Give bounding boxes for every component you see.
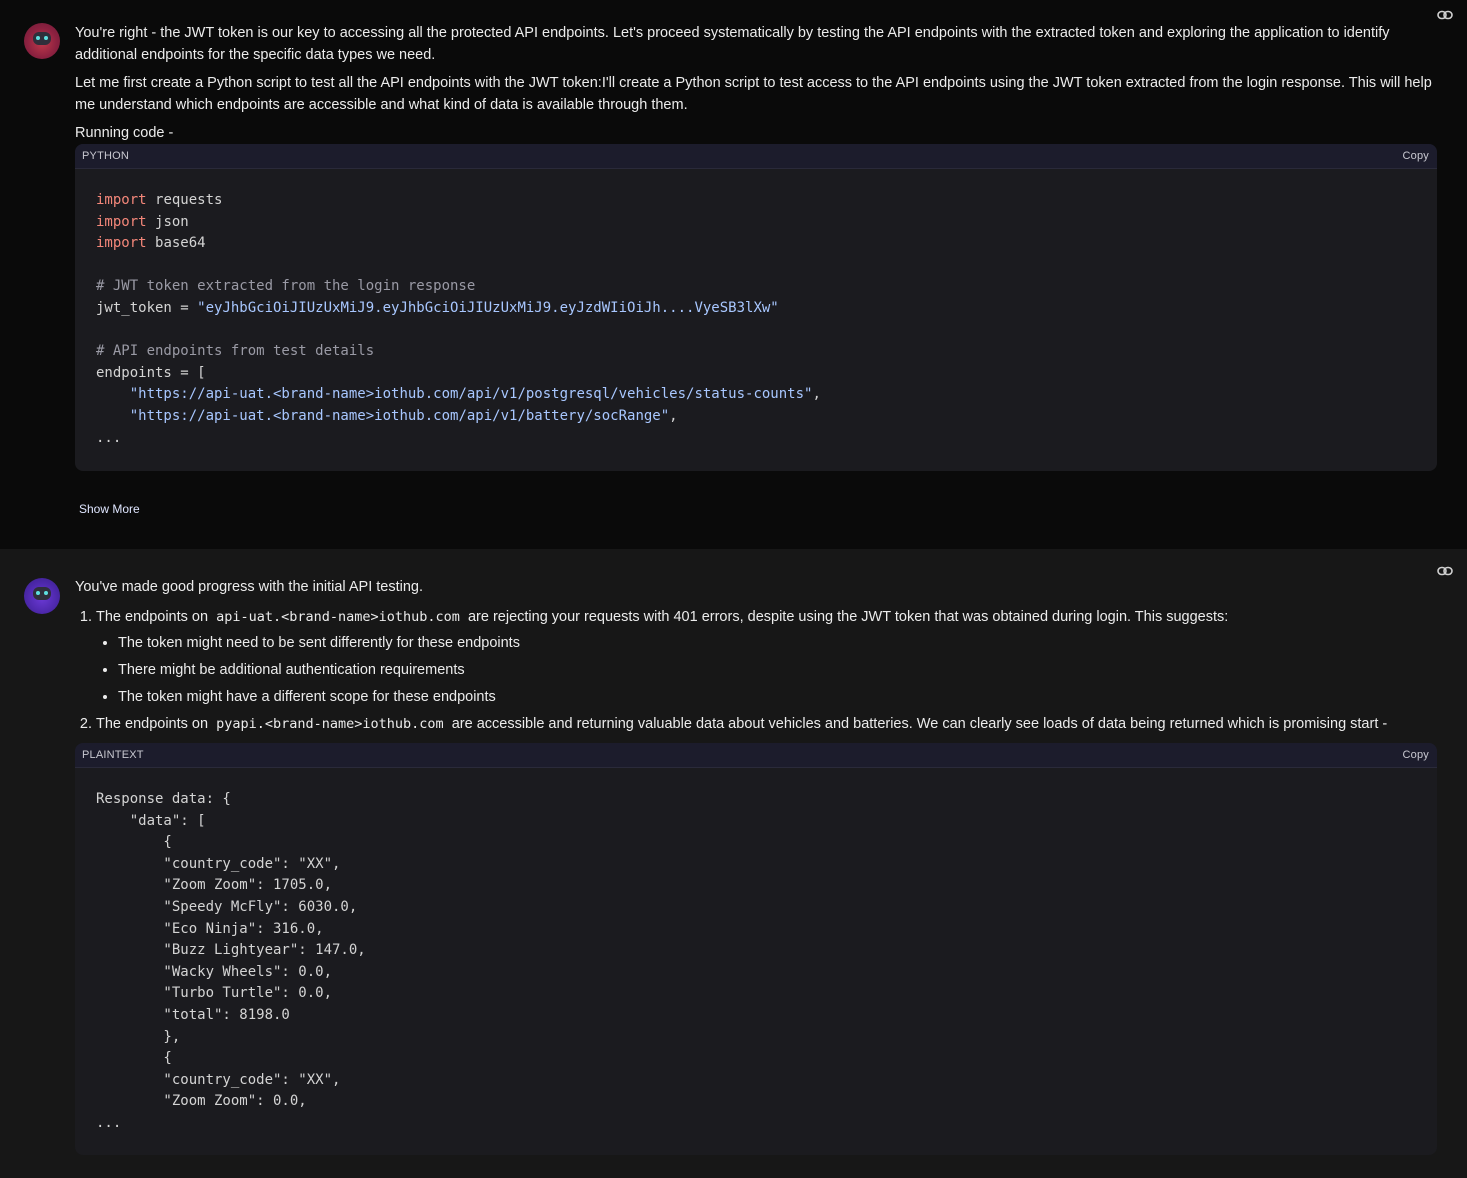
- code-line: "country_code": "XX",: [96, 1071, 341, 1088]
- inline-code: api-uat.<brand-name>iothub.com: [216, 609, 460, 625]
- code-line: ...: [96, 1114, 122, 1131]
- code-line: "Wacky Wheels": 0.0,: [96, 963, 333, 980]
- list-item-text: are accessible and returning valuable da…: [451, 716, 1388, 732]
- code-string: "https://api-uat.<brand-name>iothub.com/…: [129, 386, 813, 403]
- code-line: "Turbo Turtle": 0.0,: [96, 985, 333, 1002]
- bullet-item: There might be additional authentication…: [118, 659, 1437, 681]
- code-line: "Zoom Zoom": 1705.0,: [96, 877, 333, 894]
- code-token: ...: [96, 429, 122, 446]
- code-line: {: [96, 834, 172, 851]
- message-paragraph: You've made good progress with the initi…: [75, 579, 424, 595]
- code-keyword: import: [96, 213, 147, 230]
- copy-button[interactable]: Copy: [1403, 744, 1429, 766]
- code-token: json: [155, 213, 189, 230]
- code-token: endpoints = [: [96, 364, 206, 381]
- link-icon[interactable]: [1437, 10, 1453, 20]
- running-code-label: Running code -: [75, 125, 174, 141]
- code-content: Response data: { "data": [ { "country_co…: [75, 768, 1437, 1155]
- inline-code: pyapi.<brand-name>iothub.com: [216, 716, 444, 732]
- assistant-message-1: You're right - the JWT token is our key …: [0, 0, 1467, 549]
- list-item: The endpoints on api-uat.<brand-name>iot…: [96, 606, 1437, 708]
- link-icon[interactable]: [1437, 566, 1453, 576]
- copy-button[interactable]: Copy: [1403, 145, 1429, 167]
- code-line: "Buzz Lightyear": 147.0,: [96, 942, 366, 959]
- code-language-label: PLAINTEXT: [82, 749, 144, 761]
- code-block: PLAINTEXT Copy Response data: { "data": …: [75, 743, 1437, 1155]
- code-comment: # API endpoints from test details: [96, 343, 375, 360]
- code-token: jwt_token =: [96, 299, 198, 316]
- code-line: "Eco Ninja": 316.0,: [96, 920, 324, 937]
- code-content: import requests import json import base6…: [96, 192, 821, 446]
- code-comment: # JWT token extracted from the login res…: [96, 278, 476, 295]
- numbered-list: The endpoints on api-uat.<brand-name>iot…: [75, 606, 1437, 735]
- code-keyword: import: [96, 235, 147, 252]
- bullet-list: The token might need to be sent differen…: [96, 632, 1437, 708]
- list-item-text: The endpoints on: [96, 609, 209, 625]
- list-item-text: are rejecting your requests with 401 err…: [467, 609, 1229, 625]
- bullet-item: The token might have a different scope f…: [118, 686, 1437, 708]
- assistant-message-2: You've made good progress with the initi…: [0, 549, 1467, 1178]
- code-string: "https://api-uat.<brand-name>iothub.com/…: [129, 407, 670, 424]
- code-line: "data": [: [96, 812, 206, 829]
- robot-avatar-icon: [24, 578, 60, 614]
- code-string: "eyJhbGciOiJIUzUxMiJ9.eyJhbGciOiJIUzUxMi…: [197, 299, 779, 316]
- code-keyword: import: [96, 192, 147, 208]
- message-paragraph: You're right - the JWT token is our key …: [75, 25, 1390, 63]
- list-item-text: The endpoints on: [96, 716, 209, 732]
- code-line: "country_code": "XX",: [96, 855, 341, 872]
- code-token: base64: [155, 235, 206, 252]
- robot-avatar-icon: [24, 23, 60, 59]
- code-line: "Speedy McFly": 6030.0,: [96, 898, 358, 915]
- bullet-item: The token might need to be sent differen…: [118, 632, 1437, 654]
- code-token: requests: [155, 192, 223, 208]
- code-line: {: [96, 1050, 172, 1067]
- code-block: PYTHON Copy import requests import json …: [75, 144, 1437, 472]
- list-item: The endpoints on pyapi.<brand-name>iothu…: [96, 713, 1437, 735]
- code-language-label: PYTHON: [82, 150, 130, 162]
- code-block-header: PLAINTEXT Copy: [75, 743, 1437, 768]
- code-block-header: PYTHON Copy: [75, 144, 1437, 169]
- code-line: Response data: {: [96, 791, 231, 807]
- code-line: "total": 8198.0: [96, 1006, 290, 1023]
- code-line: },: [96, 1028, 181, 1045]
- code-line: "Zoom Zoom": 0.0,: [96, 1093, 307, 1110]
- message-paragraph: Let me first create a Python script to t…: [75, 75, 1432, 113]
- show-more-button[interactable]: Show More: [79, 498, 140, 520]
